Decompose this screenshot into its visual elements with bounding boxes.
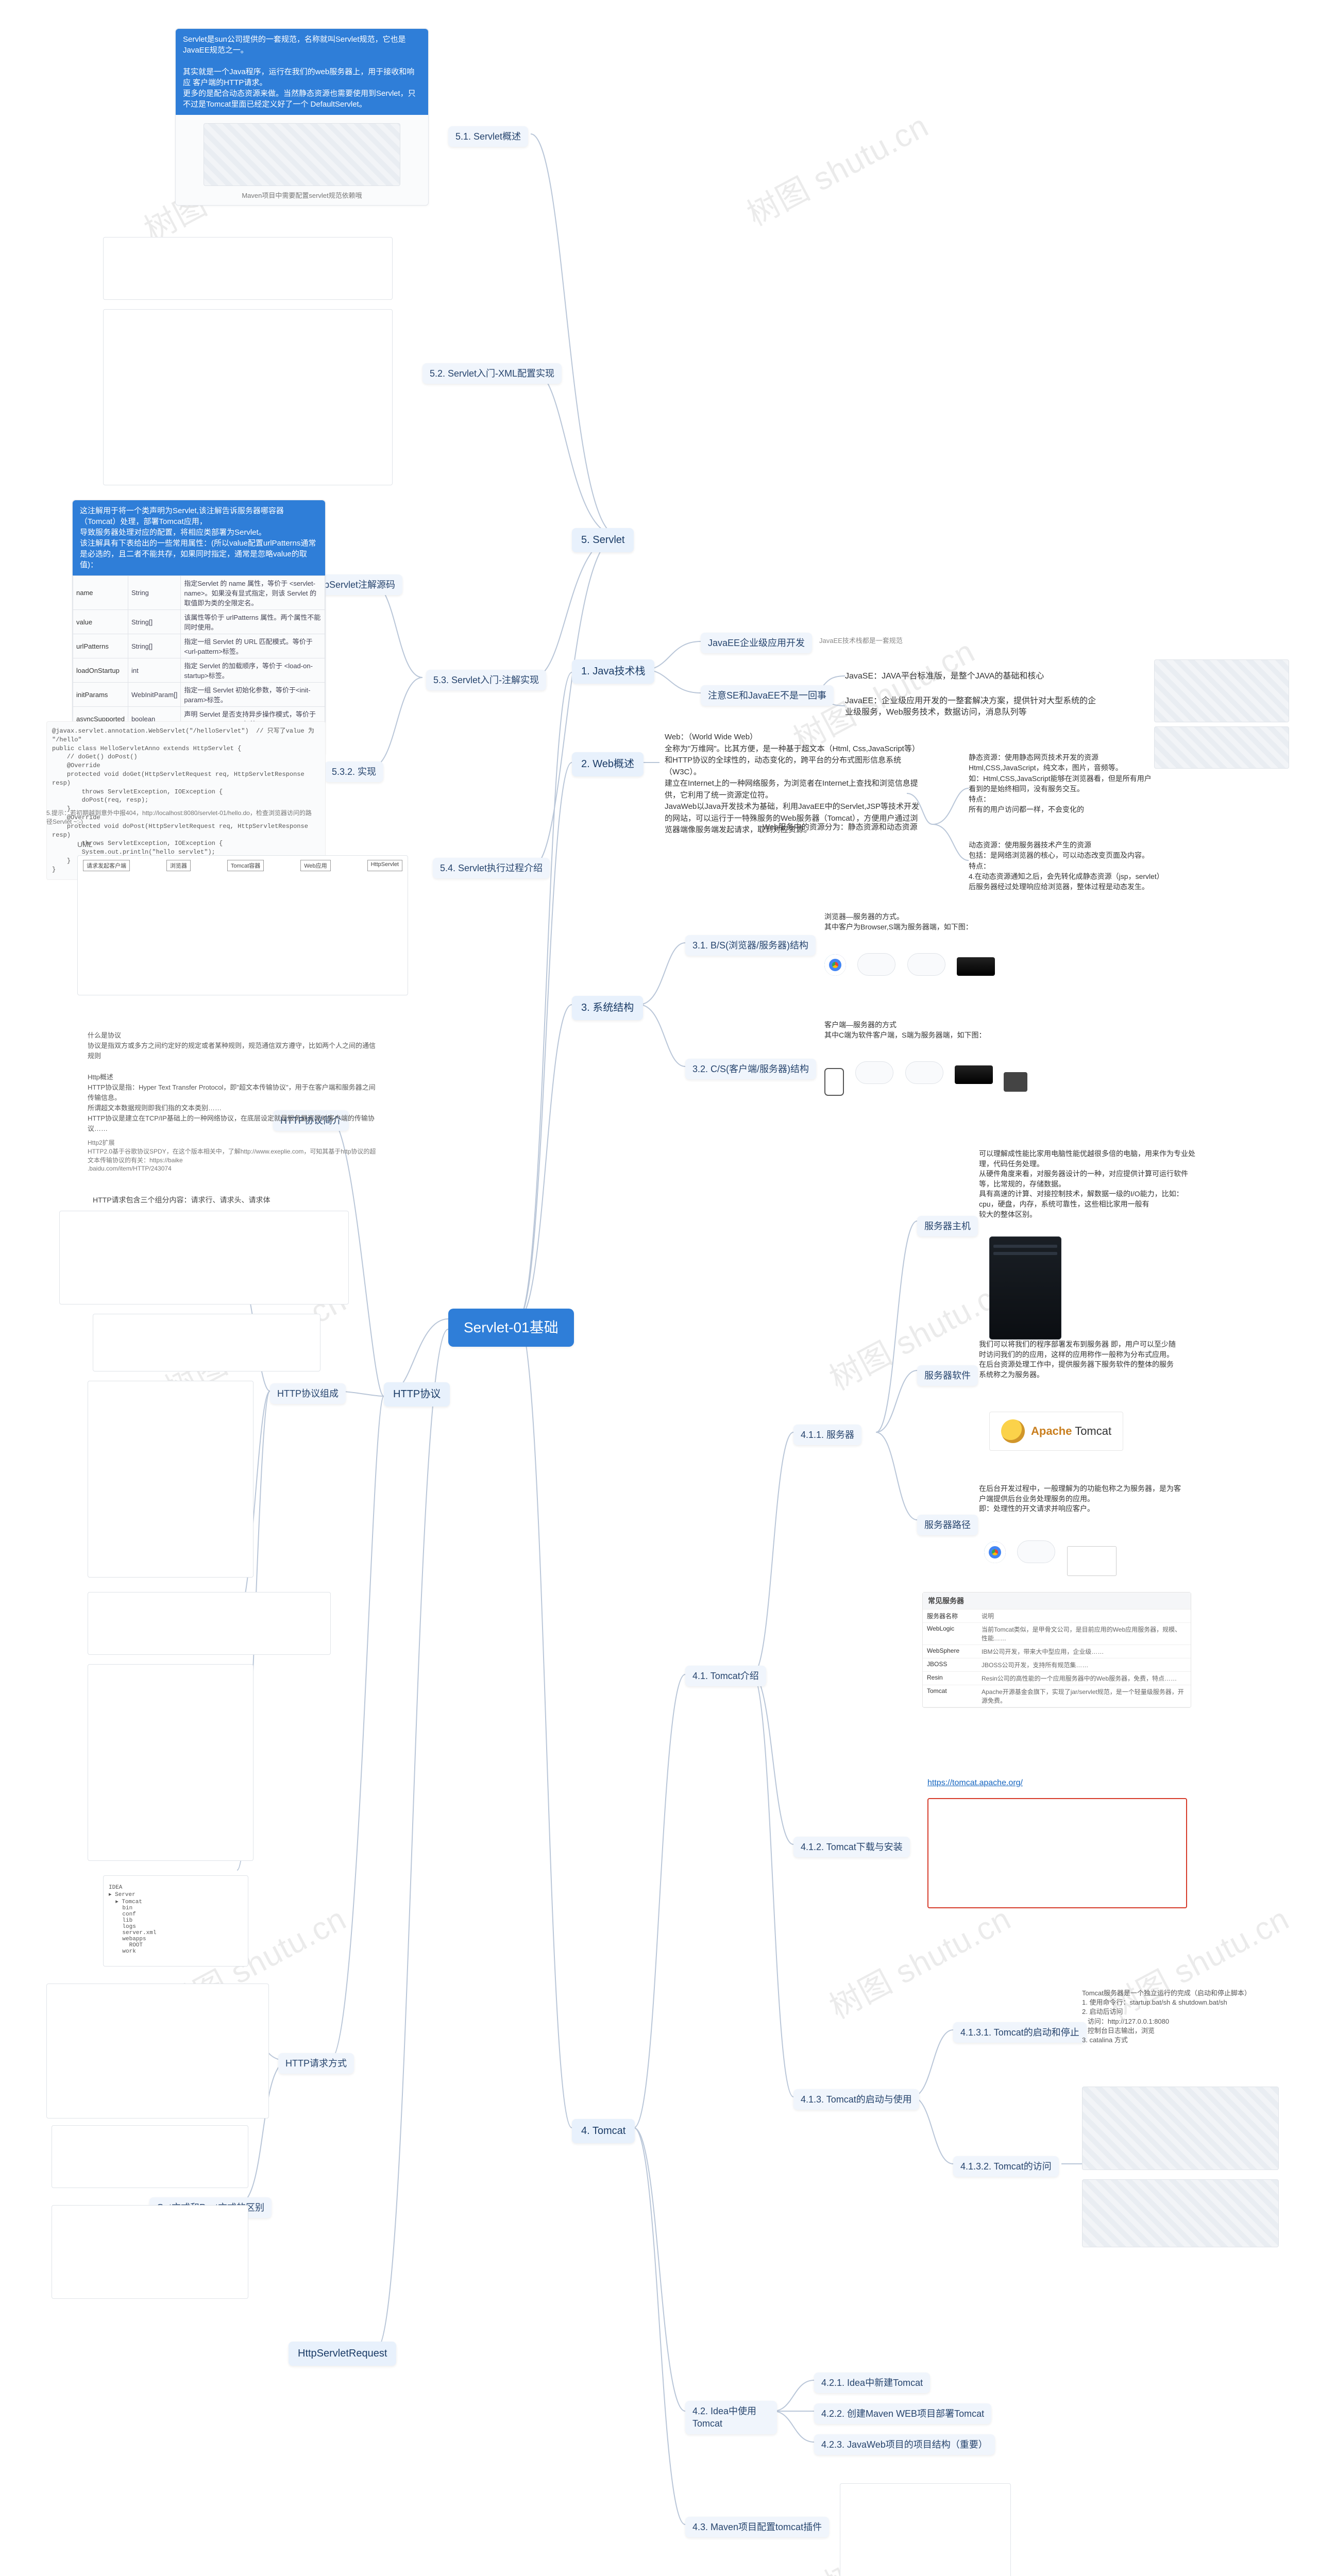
http-getpost-screenshot-2 — [52, 2205, 248, 2299]
leaf-2-static: 静态资源：使用静态网页技术开发的资源 Html,CSS,JavaScript，纯… — [969, 752, 1154, 815]
branch-5c2[interactable]: 5.3.2. 实现 — [325, 761, 383, 782]
http-intro-text: 什么是协议 协议是指双方或多方之间约定好的规定或者某种规则，规范通信双方遵守，比… — [88, 1030, 376, 1134]
branch-3a[interactable]: 3.1. B/S(浏览器/服务器)结构 — [685, 935, 816, 956]
txt-3b: 客户端—服务器的方式 其中C端为软件客户端，S端为服务器端，如下图： — [824, 1020, 1005, 1040]
card-5a-body: Maven项目中需要配置servlet规范依赖哦 — [176, 115, 428, 205]
branch-5c[interactable]: 5.3. Servlet入门-注解实现 — [426, 670, 546, 690]
branch-1b[interactable]: 注意SE和JavaEE不是一回事 — [701, 685, 834, 706]
leaf-4a1-sw[interactable]: 服务器软件 — [917, 1365, 978, 1386]
branch-1[interactable]: 1. Java技术栈 — [572, 659, 654, 684]
tomcat-screenshot-upper — [1154, 659, 1289, 722]
root-node[interactable]: Servlet-01基础 — [448, 1309, 574, 1347]
tomcat-page-screenshot-2 — [1082, 2179, 1279, 2247]
http-response-screenshot-2 — [88, 1664, 253, 1861]
branch-4d2[interactable]: 4.2.2. 创建Maven WEB项目部署Tomcat — [814, 2403, 991, 2424]
xml-config-screenshot-1 — [103, 237, 393, 300]
txt-4c1: Tomcat服务器是一个独立运行的完成（启动和停止脚本） 1. 使用命令行：st… — [1082, 1989, 1278, 2045]
branch-4d3[interactable]: 4.2.3. JavaWeb项目的项目结构（重要） — [814, 2434, 995, 2455]
branch-3[interactable]: 3. 系统结构 — [572, 996, 643, 1020]
branch-5a[interactable]: 5.1. Servlet概述 — [448, 126, 528, 147]
txt-4a1-sw: 我们可以将我们的程序部署发布到服务器 即，用户可以至少随时访问我们的的应用，这样… — [979, 1340, 1180, 1380]
branch-4d1[interactable]: 4.2.1. Idea中新建Tomcat — [814, 2372, 930, 2393]
leaf-1b1: JavaSE：JAVA平台标准版，是整个JAVA的基础和核心 — [845, 671, 1082, 682]
branch-4a1[interactable]: 4.1.1. 服务器 — [793, 1425, 861, 1445]
http-request-hd: HTTP请求包含三个组分内容：请求行、请求头、请求体 — [93, 1195, 289, 1206]
txt-4a1-hw: 可以理解成性能比家用电脑性能优越很多倍的电脑，用来作为专业处理，代码任务处理。 … — [979, 1149, 1200, 1219]
leaf-2-web: Web服务中的资源分为：静态资源和动态资源 — [763, 822, 933, 833]
idea-sidebar-text: IDEA ▸ Server ▸ Tomcat bin conf lib logs… — [109, 1885, 156, 1955]
card-5c1: 这注解用于将一个类声明为Servlet,该注解告诉服务器哪容器（Tomcat）处… — [72, 500, 326, 756]
xml-config-screenshot-2 — [103, 309, 393, 485]
http-method[interactable]: HTTP请求方式 — [278, 2053, 354, 2074]
maven-tomcat-plugin-screenshot — [840, 2483, 1011, 2576]
branch-3b[interactable]: 3.2. C/S(客户端/服务器)结构 — [685, 1059, 816, 1079]
tomcat-screenshot-upper-2 — [1154, 726, 1289, 769]
note-1a: JavaEE技术栈都是一套规范 — [819, 636, 903, 646]
watermark: 树图 shutu.cn — [738, 100, 936, 235]
bs-diagram — [824, 953, 995, 978]
branch-4c[interactable]: 4.1.3. Tomcat的启动与使用 — [793, 2089, 919, 2110]
http2-text: Http2扩展 HTTP2.0基于谷歌协议SPDY，在这个版本相关中，了解htt… — [88, 1139, 376, 1173]
idea-sidebar-screenshot: IDEA ▸ Server ▸ Tomcat bin conf lib logs… — [103, 1875, 248, 1967]
branch-4a[interactable]: 4.1. Tomcat介绍 — [685, 1666, 766, 1686]
branch-1a[interactable]: JavaEE企业级应用开发 — [701, 633, 812, 653]
http-getpost-screenshot-1 — [52, 2125, 248, 2188]
branch-4[interactable]: 4. Tomcat — [572, 2119, 635, 2143]
card-5a-head: Servlet是sun公司提供的一套规范，名称就叫Servlet规范，它也是Ja… — [176, 29, 428, 115]
leaf-4a1-router[interactable]: 服务器路径 — [917, 1515, 978, 1535]
card-5a: Servlet是sun公司提供的一套规范，名称就叫Servlet规范，它也是Ja… — [175, 28, 429, 206]
branch-4d[interactable]: 4.2. Idea中使用Tomcat — [685, 2401, 777, 2434]
http-method-screenshot — [46, 1984, 269, 2119]
leaf-2-text: Web：（World Wide Web） 全称为"万维网"。比其方便，是一种基于… — [665, 732, 922, 836]
server-list-table: 常见服务器 服务器名称说明 WebLogic当前Tomcat类似，是甲骨文公司，… — [922, 1592, 1191, 1708]
branch-http[interactable]: HTTP协议 — [384, 1382, 450, 1406]
tomcat-url[interactable]: https://tomcat.apache.org/ — [927, 1777, 1023, 1789]
tomcat-page-screenshot-1 — [1082, 2087, 1279, 2170]
http-request-screenshot-3 — [88, 1381, 253, 1578]
branch-hsr[interactable]: HttpServletRequest — [289, 2342, 396, 2366]
leaf-4a1-hw[interactable]: 服务器主机 — [917, 1216, 978, 1236]
server-image — [989, 1236, 1061, 1340]
tomcat-logo: Apache Tomcat — [989, 1412, 1123, 1451]
branch-4b[interactable]: 4.1.2. Tomcat下载与安装 — [793, 1837, 910, 1857]
card-5c1-head: 这注解用于将一个类声明为Servlet,该注解告诉服务器哪容器（Tomcat）处… — [73, 500, 325, 575]
leaf-2-dynamic: 动态资源：使用服务器技术产生的资源 包括：是网络浏览器的核心，可以动态改变页面及… — [969, 840, 1164, 892]
http-response-screenshot-1 — [88, 1592, 331, 1655]
http-compose[interactable]: HTTP协议组成 — [270, 1383, 346, 1404]
branch-5d[interactable]: 5.4. Servlet执行过程介绍 — [433, 858, 550, 878]
note-5c2: 5.提示：若初期越到意外中报404，http://localhost:8080/… — [46, 809, 314, 826]
branch-4c2[interactable]: 4.1.3.2. Tomcat的访问 — [953, 2156, 1059, 2177]
server-list-title: 常见服务器 — [923, 1592, 1191, 1609]
branch-2[interactable]: 2. Web概述 — [572, 752, 644, 776]
cs-diagram — [824, 1061, 1027, 1096]
branch-4c1[interactable]: 4.1.3.1. Tomcat的启动和停止 — [953, 2022, 1087, 2043]
uml-label: UML — [77, 840, 93, 850]
watermark: 树图 shutu.cn — [820, 1893, 1018, 2028]
leaf-1b2: JavaEE：企业级应用开发的一整套解决方案，提供针对大型系统的企业级服务，We… — [845, 696, 1103, 719]
tomcat-download-screenshot — [927, 1798, 1187, 1908]
branch-5b[interactable]: 5.2. Servlet入门-XML配置实现 — [422, 363, 562, 384]
http-request-screenshot-1 — [59, 1211, 349, 1304]
uml-sequence-diagram: 请求发起客户端 浏览器 Tomcat容器 Web应用 HttpServlet — [77, 855, 408, 995]
txt-4a1-router: 在后台开发过程中，一般理解为的功能包称之为服务器，是为客户端提供后台业务处理服务… — [979, 1484, 1185, 1514]
branch-4e[interactable]: 4.3. Maven项目配置tomcat插件 — [685, 2517, 829, 2537]
http-request-screenshot-2 — [93, 1314, 320, 1371]
router-diagram — [984, 1540, 1117, 1576]
card-5a-caption: Maven项目中需要配置servlet规范依赖哦 — [183, 190, 421, 200]
txt-3a: 浏览器—服务器的方式。 其中客户为Browser,S端为服务器端，如下图： — [824, 912, 1005, 932]
branch-5[interactable]: 5. Servlet — [572, 528, 634, 552]
